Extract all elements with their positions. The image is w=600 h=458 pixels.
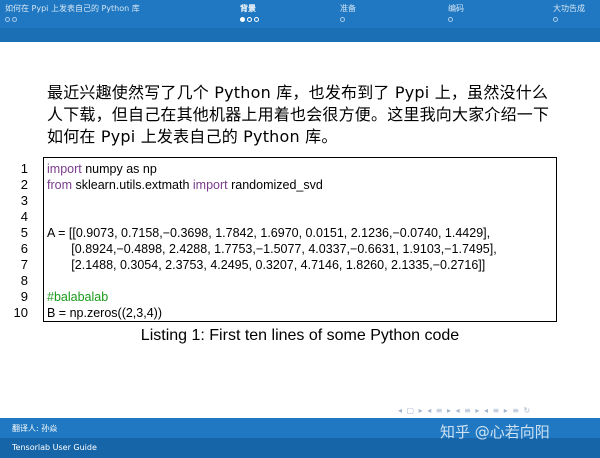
navigation-symbols[interactable]: ◂ ▢ ▸ ◂ ≡ ▸ ◂ ≡ ▸ ◂ ≡ ▸ ≡ ↻ <box>398 406 531 415</box>
code-token: sklearn.utils.extmath <box>72 178 193 192</box>
nav-section-done[interactable]: 大功告成 <box>553 4 585 22</box>
code-text: [2.1488, 0.3054, 2.3753, 4.2495, 0.3207,… <box>47 257 485 273</box>
code-text: #balabalab <box>47 289 108 305</box>
code-text: import numpy as np <box>47 161 157 177</box>
frame-dot-current[interactable] <box>240 17 245 22</box>
line-number: 3 <box>20 193 28 208</box>
keyword-token: import <box>192 178 228 192</box>
code-line: 3 <box>21 193 554 209</box>
code-line: 8 <box>21 273 554 289</box>
code-text: [0.8924,−0.4898, 2.4288, 1.7753,−1.5077,… <box>47 241 497 257</box>
code-token: numpy as np <box>81 162 157 176</box>
keyword-token: import <box>47 162 82 176</box>
code-token: randomized_svd <box>227 178 323 192</box>
nav-section-label: 背景 <box>240 4 256 13</box>
code-line: 6 [0.8924,−0.4898, 2.4288, 1.7753,−1.507… <box>21 241 554 257</box>
frame-dot[interactable] <box>254 17 259 22</box>
nav-section-label: 准备 <box>340 4 356 13</box>
line-number: 8 <box>20 273 28 288</box>
code-line: 1 import numpy as np <box>21 161 554 177</box>
line-number: 7 <box>20 257 28 272</box>
nav-section-dots <box>340 17 356 22</box>
nav-section-label: 编码 <box>448 4 464 13</box>
code-token: B = np.zeros((2,3,4)) <box>47 306 162 320</box>
code-token: [0.8924,−0.4898, 2.4288, 1.7753,−1.5077,… <box>47 242 497 256</box>
line-number: 1 <box>20 161 28 176</box>
comment-token: #balabalab <box>47 290 109 304</box>
frame-dot[interactable] <box>340 17 345 22</box>
nav-section-background[interactable]: 背景 <box>240 4 259 22</box>
nav-section-coding[interactable]: 编码 <box>448 4 464 22</box>
frame-dot[interactable] <box>5 17 10 22</box>
frame-dot[interactable] <box>448 17 453 22</box>
code-text: from sklearn.utils.extmath import random… <box>47 177 323 193</box>
nav-sub-band <box>0 28 600 42</box>
keyword-token: from <box>47 178 72 192</box>
line-number: 10 <box>13 305 28 320</box>
nav-section-dots <box>448 17 464 22</box>
code-line: 4 <box>21 209 554 225</box>
frame-dot[interactable] <box>247 17 252 22</box>
nav-section-dots <box>5 17 140 22</box>
listing-caption: Listing 1: First ten lines of some Pytho… <box>140 327 460 344</box>
code-text: A = [[0.9073, 0.7158,−0.3698, 1.7842, 1.… <box>47 225 490 241</box>
line-number: 4 <box>20 209 28 224</box>
nav-section-label: 大功告成 <box>553 4 585 13</box>
code-line: 7 [2.1488, 0.3054, 2.3753, 4.2495, 0.320… <box>21 257 554 273</box>
code-token: A = [[0.9073, 0.7158,−0.3698, 1.7842, 1.… <box>47 226 491 240</box>
line-number: 9 <box>20 289 28 304</box>
code-line: 2 from sklearn.utils.extmath import rando… <box>21 177 554 193</box>
intro-paragraph: 最近兴趣使然写了几个 Python 库，也发布到了 Pypi 上，虽然没什么人下… <box>47 83 550 146</box>
code-line: 9 #balabalab <box>21 289 554 305</box>
line-number: 6 <box>20 241 28 256</box>
frame-dot[interactable] <box>553 17 558 22</box>
code-line: 5 A = [[0.9073, 0.7158,−0.3698, 1.7842, 1… <box>21 225 554 241</box>
line-number: 5 <box>20 225 28 240</box>
nav-section-dots <box>553 17 585 22</box>
code-line: 10 B = np.zeros((2,3,4)) <box>14 305 554 321</box>
zhihu-watermark: 知乎 @心若向阳 <box>440 423 550 441</box>
document-title: Tensorlab User Guide <box>12 443 97 452</box>
code-text: B = np.zeros((2,3,4)) <box>47 305 162 321</box>
line-number: 2 <box>20 177 28 192</box>
nav-section-intro[interactable]: 如何在 Pypi 上发表自己的 Python 库 <box>5 4 140 22</box>
code-token: [2.1488, 0.3054, 2.3753, 4.2495, 0.3207,… <box>47 258 486 272</box>
section-navigation-bar: 如何在 Pypi 上发表自己的 Python 库 背景 准备 编码 大功告成 <box>0 0 600 42</box>
nav-section-preparation[interactable]: 准备 <box>340 4 356 22</box>
code-listing: 1 import numpy as np 2 from sklearn.utils.e… <box>14 157 557 322</box>
frame-dot[interactable] <box>12 17 17 22</box>
nav-section-dots <box>240 17 259 22</box>
nav-section-label: 如何在 Pypi 上发表自己的 Python 库 <box>5 4 140 13</box>
translator-label: 翻译人: 孙焱 <box>12 424 58 433</box>
